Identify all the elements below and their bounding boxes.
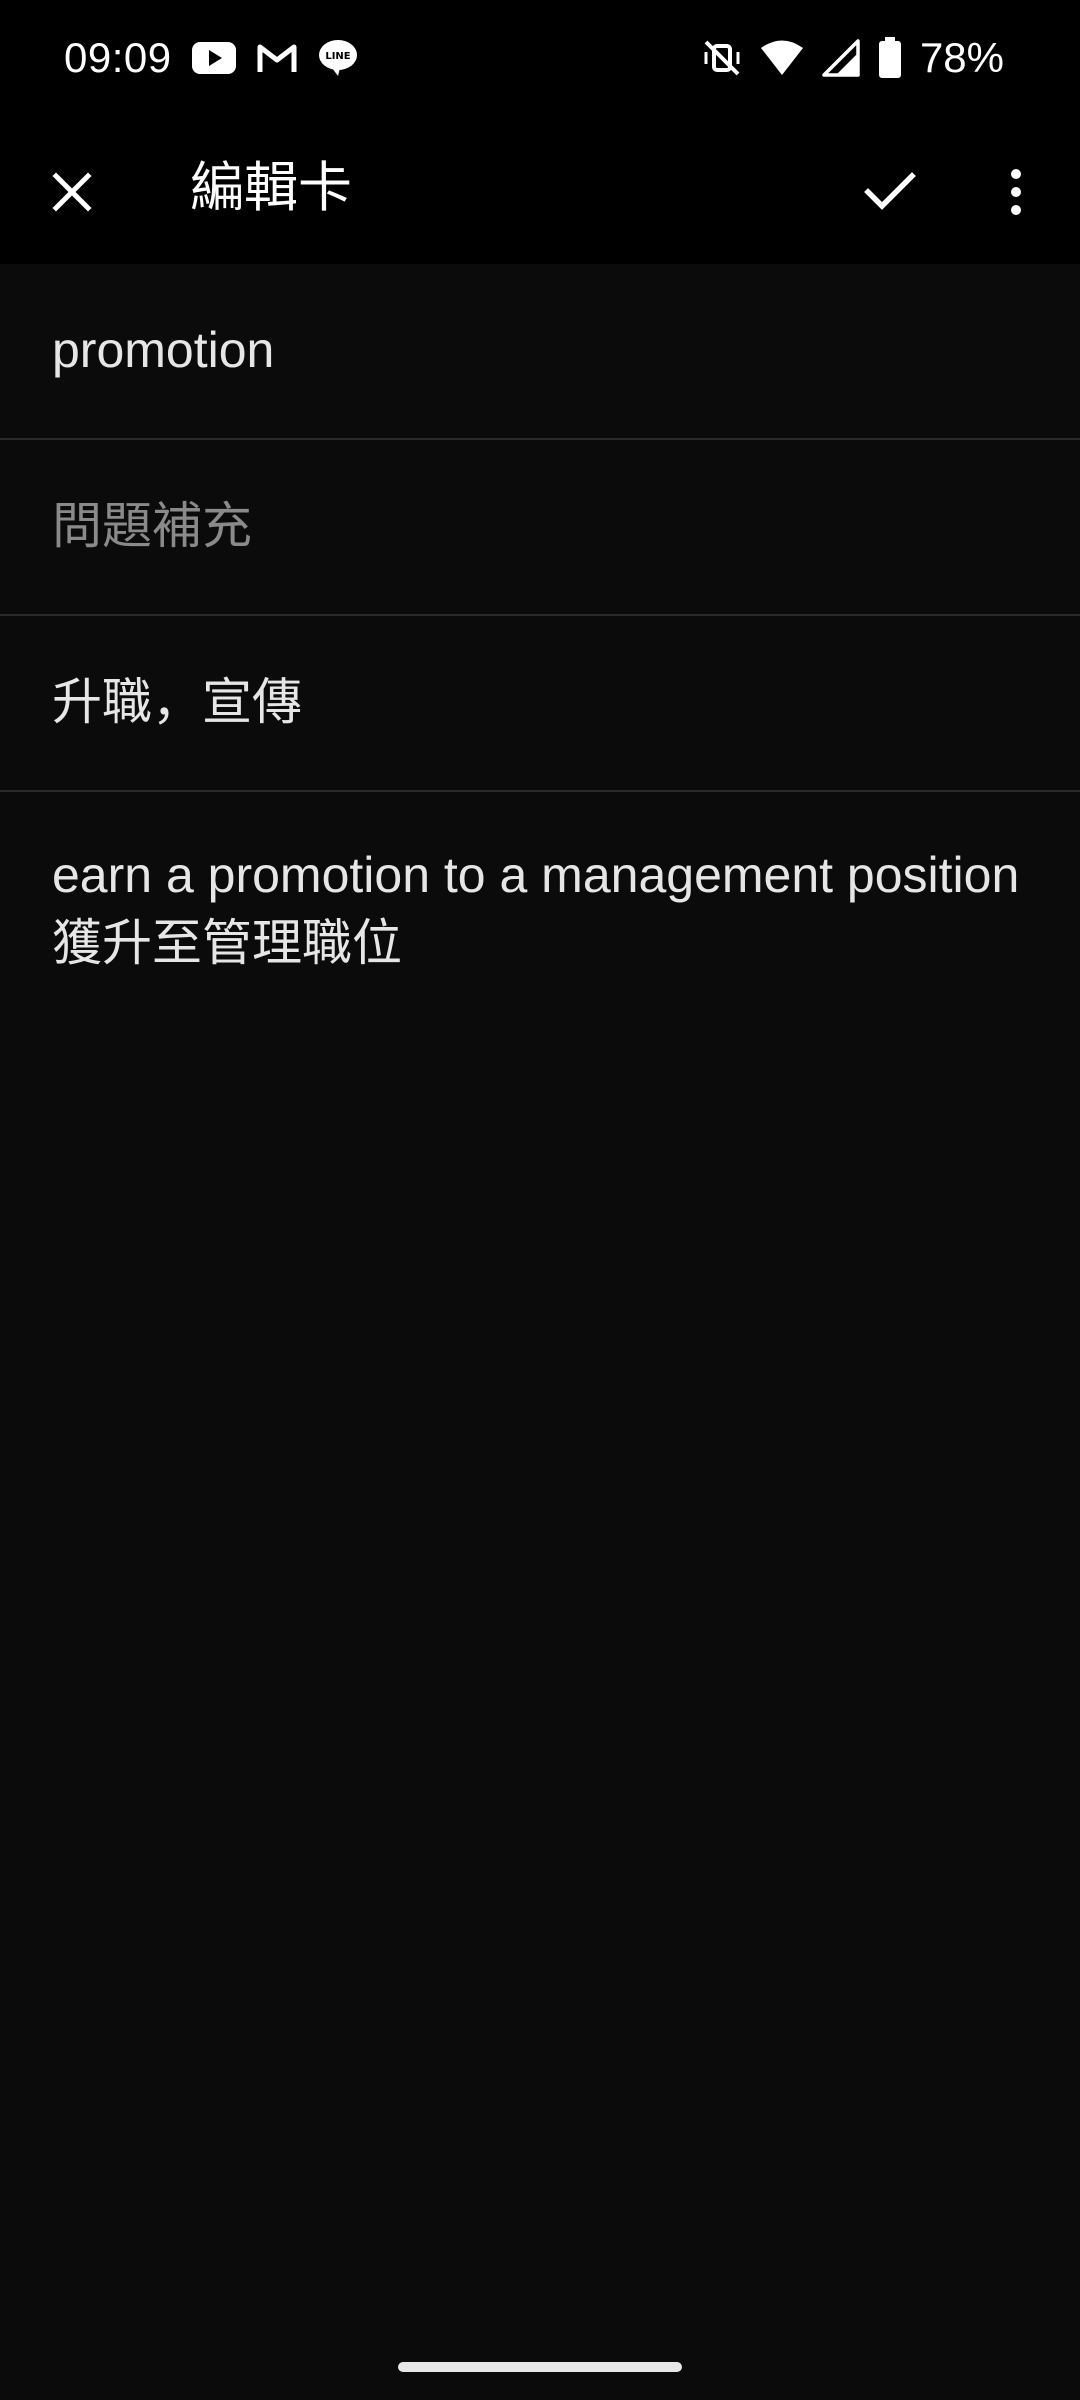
question-supplement-field[interactable]: 問題補充 [0, 440, 1080, 616]
status-right: 78% [702, 30, 1004, 86]
youtube-icon [191, 42, 236, 74]
app-bar: 編輯卡 [0, 112, 1080, 264]
status-bar: 09:09 LINE 78% [0, 0, 1080, 112]
mute-vibrate-off-icon [702, 38, 742, 78]
cellular-signal-icon [822, 39, 860, 77]
line-icon: LINE [318, 38, 358, 78]
save-button[interactable] [846, 148, 934, 236]
example-field[interactable]: earn a promotion to a management positio… [0, 792, 1080, 974]
close-button[interactable] [28, 148, 116, 236]
wifi-icon [760, 39, 804, 77]
more-vert-icon [1011, 169, 1021, 215]
more-options-button[interactable] [972, 148, 1060, 236]
status-time: 09:09 [64, 34, 172, 81]
page-title: 編輯卡 [190, 158, 352, 218]
back-field[interactable]: 升職，宣傳 [0, 616, 1080, 792]
check-icon [864, 172, 916, 210]
gmail-icon [256, 42, 298, 74]
close-icon [52, 172, 92, 212]
battery-percent: 78% [919, 34, 1004, 81]
battery-icon [878, 37, 902, 79]
status-left: 09:09 LINE [64, 30, 358, 86]
svg-text:LINE: LINE [325, 51, 350, 62]
example-chinese: 獲升至管理職位 [52, 915, 402, 971]
front-field[interactable]: promotion [0, 264, 1080, 440]
example-english: earn a promotion to a management positio… [52, 847, 1020, 903]
home-indicator[interactable] [398, 2362, 682, 2372]
